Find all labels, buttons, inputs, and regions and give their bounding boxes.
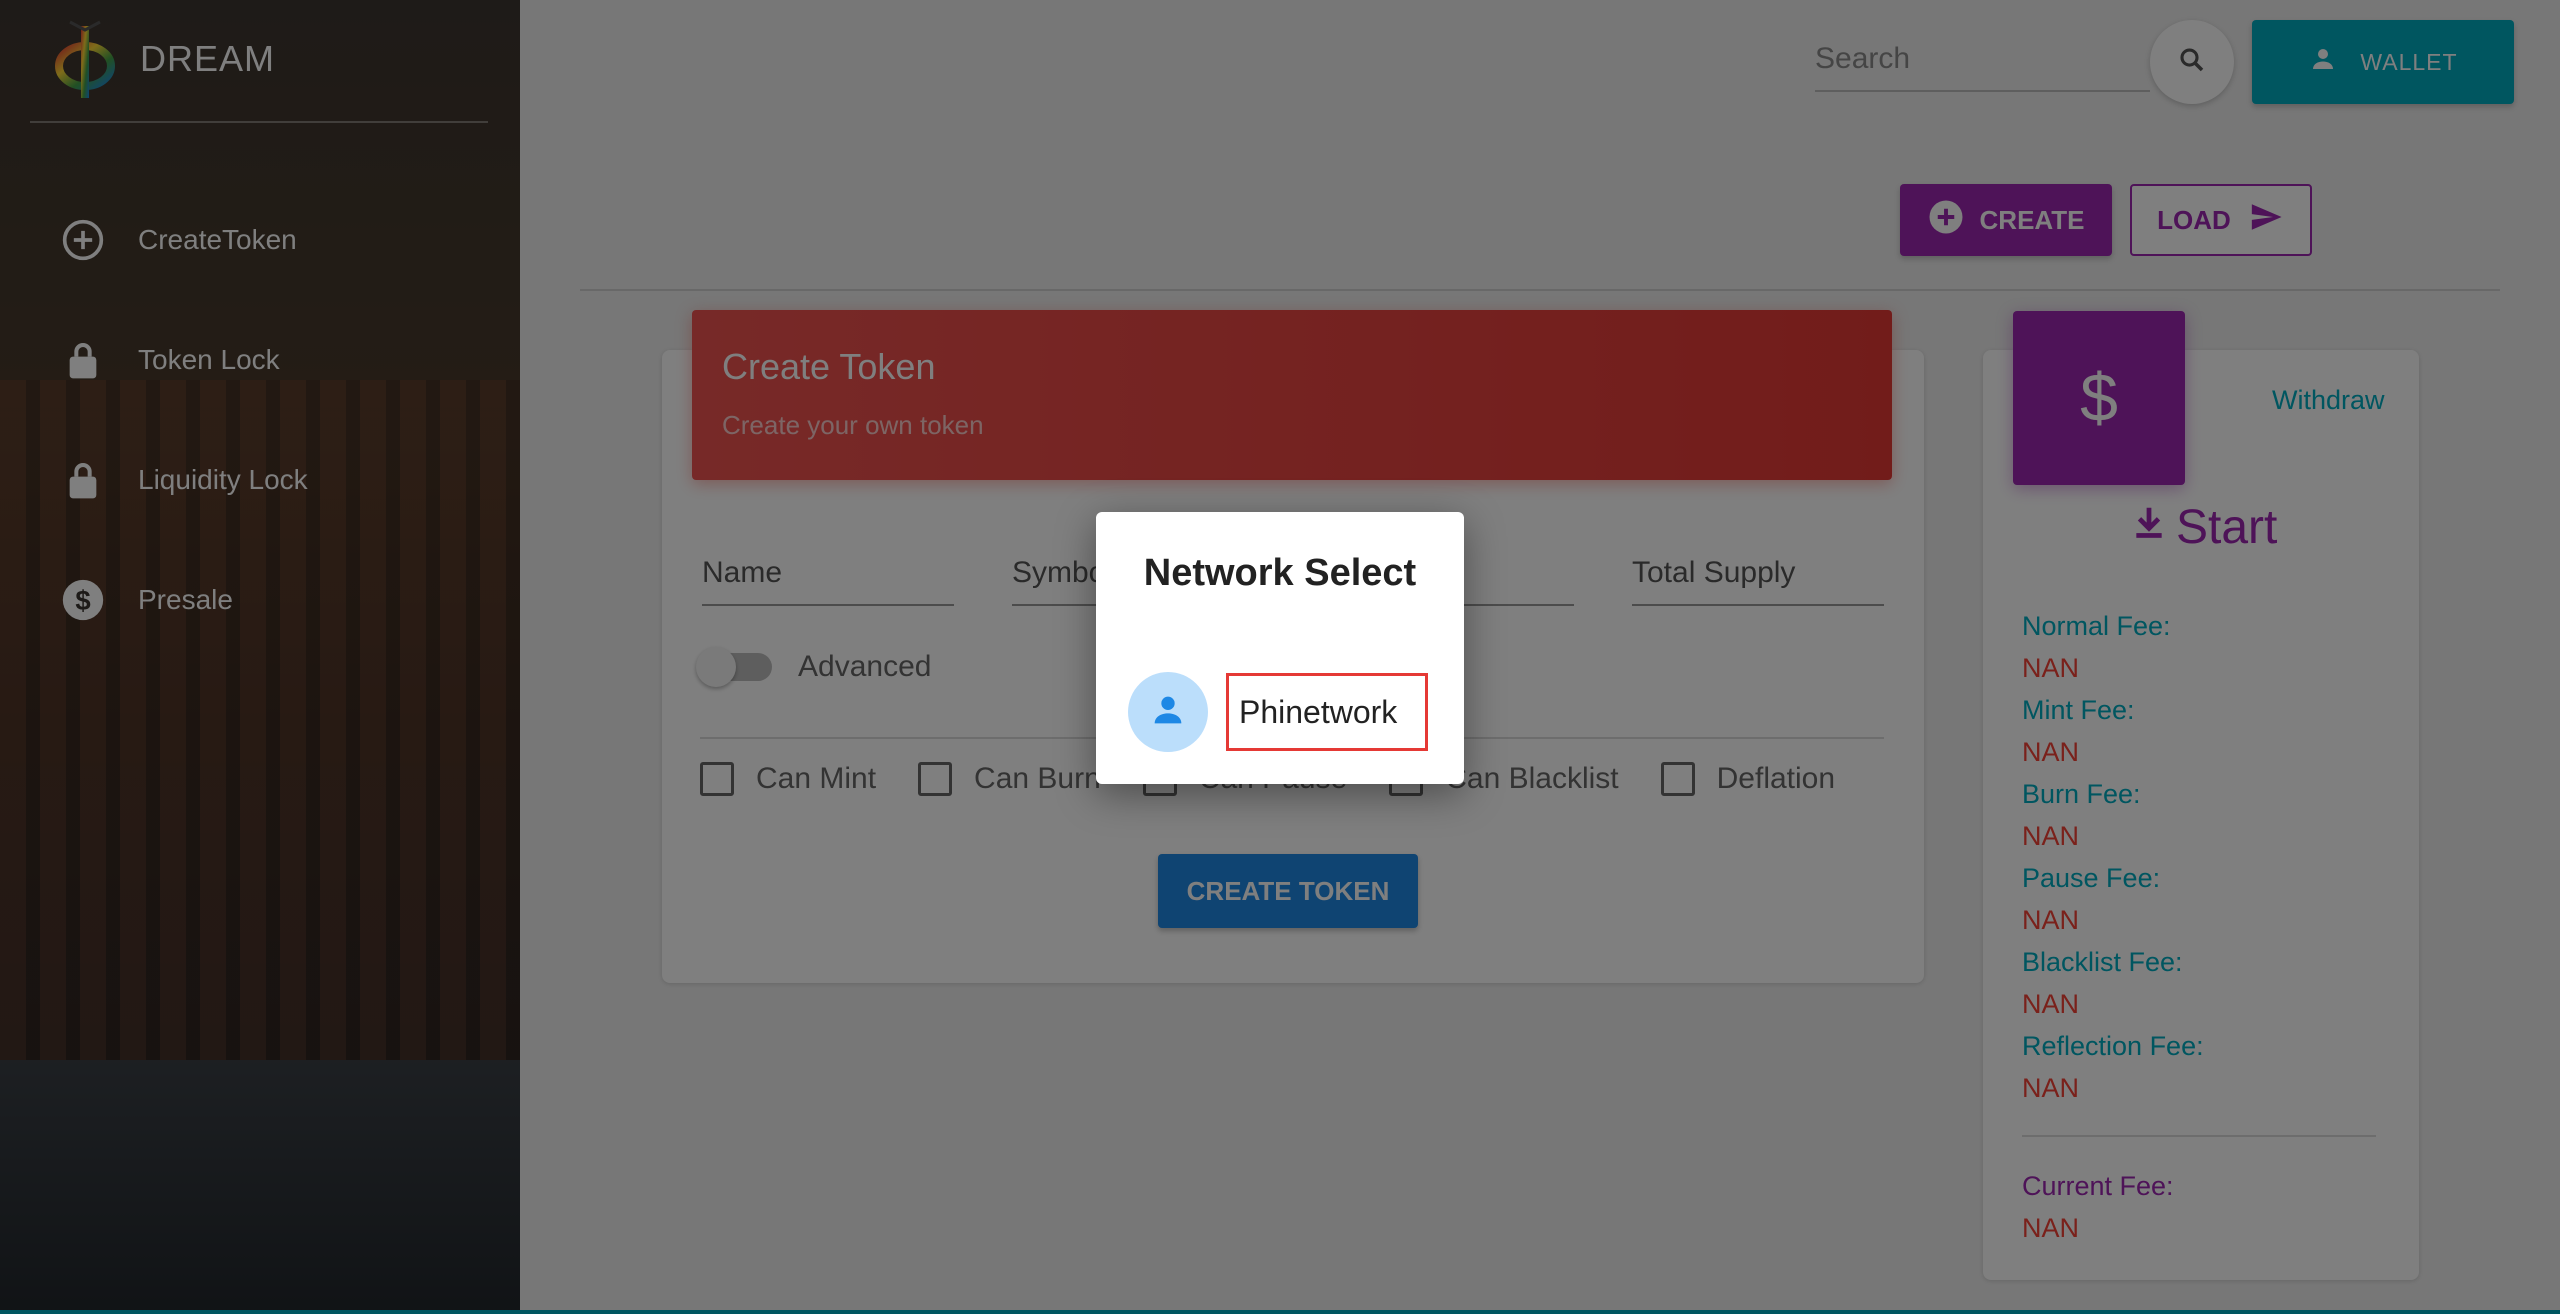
network-select-dialog: Network Select Phinetwork [1096, 512, 1464, 784]
avatar [1128, 672, 1208, 752]
network-option-phinetwork[interactable]: Phinetwork [1128, 672, 1428, 752]
network-option-label[interactable]: Phinetwork [1226, 673, 1428, 751]
dialog-title: Network Select [1143, 552, 1417, 594]
person-icon [1148, 690, 1188, 735]
